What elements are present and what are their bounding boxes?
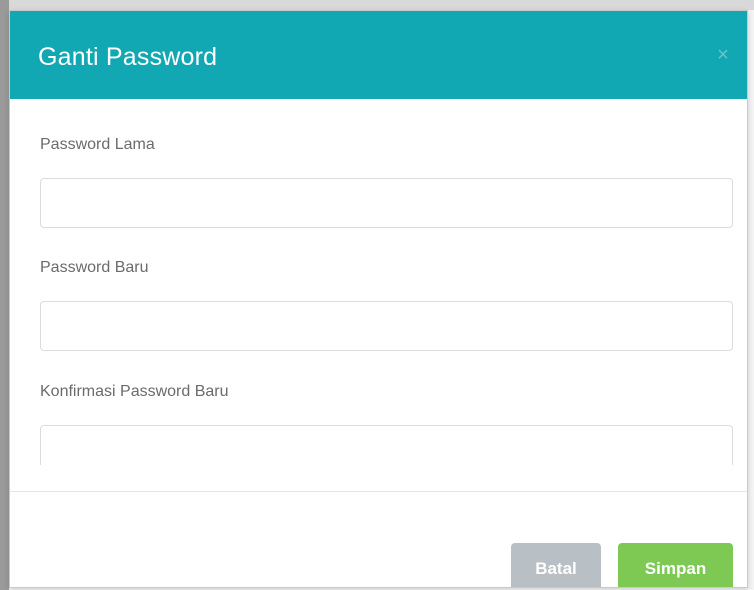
old-password-label: Password Lama xyxy=(40,136,155,153)
page-backdrop-left xyxy=(0,0,9,590)
dialog-header: Ganti Password × xyxy=(10,11,747,99)
dialog-title: Ganti Password xyxy=(38,43,218,71)
confirm-password-label: Konfirmasi Password Baru xyxy=(40,383,229,400)
change-password-dialog: Ganti Password × Password Lama Password … xyxy=(9,10,748,588)
confirm-password-field[interactable] xyxy=(40,425,733,465)
new-password-label: Password Baru xyxy=(40,259,149,276)
new-password-field[interactable] xyxy=(40,301,733,351)
save-button[interactable]: Simpan xyxy=(618,543,733,587)
old-password-field[interactable] xyxy=(40,178,733,228)
cancel-button[interactable]: Batal xyxy=(511,543,601,587)
close-icon[interactable]: × xyxy=(713,45,733,65)
dialog-footer: Batal Simpan xyxy=(10,491,747,587)
page-backdrop-top xyxy=(0,0,754,10)
dialog-body: Password Lama Password Baru Konfirmasi P… xyxy=(10,99,747,465)
